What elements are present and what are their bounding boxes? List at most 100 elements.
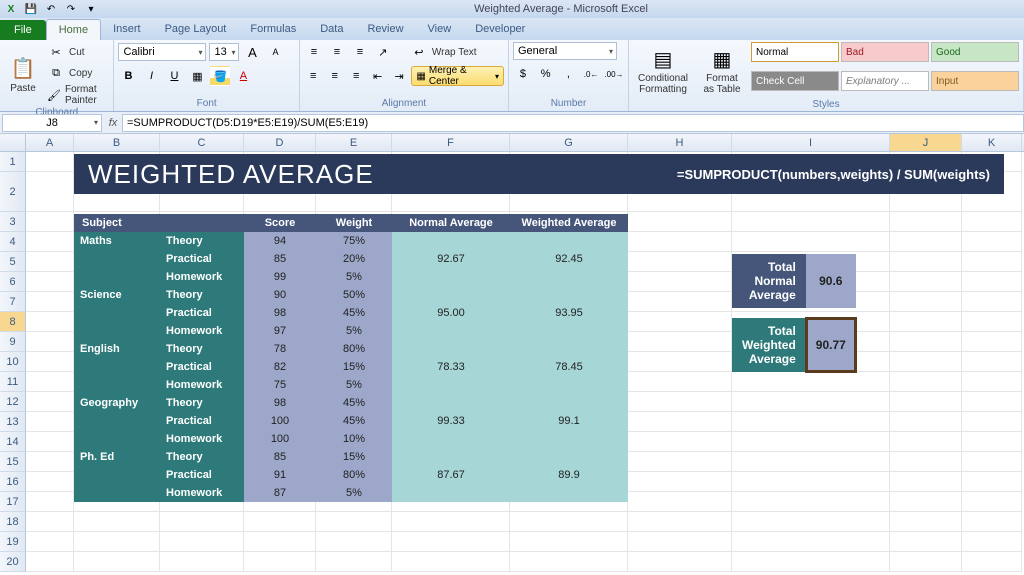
- spreadsheet-grid[interactable]: ABCDEFGHIJK 1234567891011121314151617181…: [0, 134, 1024, 572]
- align-middle-button[interactable]: ≡: [327, 42, 347, 62]
- cell-I15[interactable]: [732, 452, 890, 472]
- paste-button[interactable]: 📋 Paste: [4, 42, 42, 106]
- row-header-2[interactable]: 2: [0, 172, 26, 212]
- align-left-button[interactable]: ≡: [304, 66, 323, 86]
- normal-average-cell[interactable]: 95.00: [392, 286, 510, 340]
- cell-K16[interactable]: [962, 472, 1022, 492]
- cell-style-good[interactable]: Good: [931, 42, 1019, 62]
- score-cell[interactable]: 94: [244, 232, 316, 250]
- cell-A17[interactable]: [26, 492, 74, 512]
- cell-H6[interactable]: [628, 272, 732, 292]
- column-header-J[interactable]: J: [890, 134, 962, 151]
- cell-style-normal[interactable]: Normal: [751, 42, 839, 62]
- weight-cell[interactable]: 75%: [316, 232, 392, 250]
- row-header-9[interactable]: 9: [0, 332, 26, 352]
- weight-cell[interactable]: 45%: [316, 412, 392, 430]
- cell-H9[interactable]: [628, 332, 732, 352]
- cell-H13[interactable]: [628, 412, 732, 432]
- row-header-3[interactable]: 3: [0, 212, 26, 232]
- cell-K19[interactable]: [962, 532, 1022, 552]
- cell-C19[interactable]: [160, 532, 244, 552]
- tab-developer[interactable]: Developer: [463, 19, 537, 40]
- cell-K5[interactable]: [962, 252, 1022, 272]
- cell-A12[interactable]: [26, 392, 74, 412]
- cell-I18[interactable]: [732, 512, 890, 532]
- cell-B18[interactable]: [74, 512, 160, 532]
- number-format-combo[interactable]: General: [513, 42, 617, 60]
- cell-K18[interactable]: [962, 512, 1022, 532]
- cell-C20[interactable]: [160, 552, 244, 572]
- cell-F20[interactable]: [392, 552, 510, 572]
- total-normal-value[interactable]: 90.6: [806, 254, 856, 308]
- grow-font-button[interactable]: A: [242, 42, 262, 62]
- decrease-decimal-button[interactable]: .00→: [604, 64, 624, 84]
- cell-A4[interactable]: [26, 232, 74, 252]
- cell-K12[interactable]: [962, 392, 1022, 412]
- cell-K17[interactable]: [962, 492, 1022, 512]
- cell-D20[interactable]: [244, 552, 316, 572]
- shrink-font-button[interactable]: A: [265, 42, 285, 62]
- cell-E18[interactable]: [316, 512, 392, 532]
- name-box[interactable]: J8: [2, 114, 102, 132]
- cell-I13[interactable]: [732, 412, 890, 432]
- cell-J4[interactable]: [890, 232, 962, 252]
- score-cell[interactable]: 75: [244, 376, 316, 394]
- redo-icon[interactable]: ↷: [64, 2, 78, 16]
- cell-J7[interactable]: [890, 292, 962, 312]
- row-header-19[interactable]: 19: [0, 532, 26, 552]
- cell-K4[interactable]: [962, 232, 1022, 252]
- weight-cell[interactable]: 45%: [316, 394, 392, 412]
- score-cell[interactable]: 98: [244, 304, 316, 322]
- cell-H11[interactable]: [628, 372, 732, 392]
- weighted-average-cell[interactable]: 99.1: [510, 394, 628, 448]
- cell-H20[interactable]: [628, 552, 732, 572]
- row-header-20[interactable]: 20: [0, 552, 26, 572]
- score-cell[interactable]: 78: [244, 340, 316, 358]
- cell-J10[interactable]: [890, 352, 962, 372]
- cell-H16[interactable]: [628, 472, 732, 492]
- cell-H17[interactable]: [628, 492, 732, 512]
- cell-K13[interactable]: [962, 412, 1022, 432]
- row-header-1[interactable]: 1: [0, 152, 26, 172]
- column-header-A[interactable]: A: [26, 134, 74, 151]
- cell-H14[interactable]: [628, 432, 732, 452]
- cell-J18[interactable]: [890, 512, 962, 532]
- cell-H15[interactable]: [628, 452, 732, 472]
- cell-H3[interactable]: [628, 212, 732, 232]
- cell-K8[interactable]: [962, 312, 1022, 332]
- row-header-6[interactable]: 6: [0, 272, 26, 292]
- score-cell[interactable]: 85: [244, 250, 316, 268]
- cell-J20[interactable]: [890, 552, 962, 572]
- cell-H8[interactable]: [628, 312, 732, 332]
- cell-A13[interactable]: [26, 412, 74, 432]
- row-header-14[interactable]: 14: [0, 432, 26, 452]
- row-header-16[interactable]: 16: [0, 472, 26, 492]
- cell-A9[interactable]: [26, 332, 74, 352]
- weight-cell[interactable]: 80%: [316, 466, 392, 484]
- cell-H18[interactable]: [628, 512, 732, 532]
- cell-A2[interactable]: [26, 172, 74, 212]
- total-weighted-value-selected[interactable]: 90.77: [806, 318, 856, 372]
- cell-J19[interactable]: [890, 532, 962, 552]
- select-all-corner[interactable]: [0, 134, 26, 151]
- format-painter-button[interactable]: 🖌: [46, 85, 62, 105]
- decrease-indent-button[interactable]: ⇤: [368, 66, 387, 86]
- weight-cell[interactable]: 5%: [316, 268, 392, 286]
- cell-J15[interactable]: [890, 452, 962, 472]
- cell-K10[interactable]: [962, 352, 1022, 372]
- cell-I11[interactable]: [732, 372, 890, 392]
- cell-H12[interactable]: [628, 392, 732, 412]
- cell-G20[interactable]: [510, 552, 628, 572]
- wrap-text-button[interactable]: Wrap Text: [432, 47, 477, 58]
- tab-insert[interactable]: Insert: [101, 19, 153, 40]
- cell-D19[interactable]: [244, 532, 316, 552]
- cell-E20[interactable]: [316, 552, 392, 572]
- cell-style-bad[interactable]: Bad: [841, 42, 929, 62]
- tab-page-layout[interactable]: Page Layout: [153, 19, 239, 40]
- cell-J12[interactable]: [890, 392, 962, 412]
- cell-I16[interactable]: [732, 472, 890, 492]
- score-cell[interactable]: 98: [244, 394, 316, 412]
- column-header-F[interactable]: F: [392, 134, 510, 151]
- copy-button[interactable]: ⧉: [46, 63, 66, 83]
- cell-C18[interactable]: [160, 512, 244, 532]
